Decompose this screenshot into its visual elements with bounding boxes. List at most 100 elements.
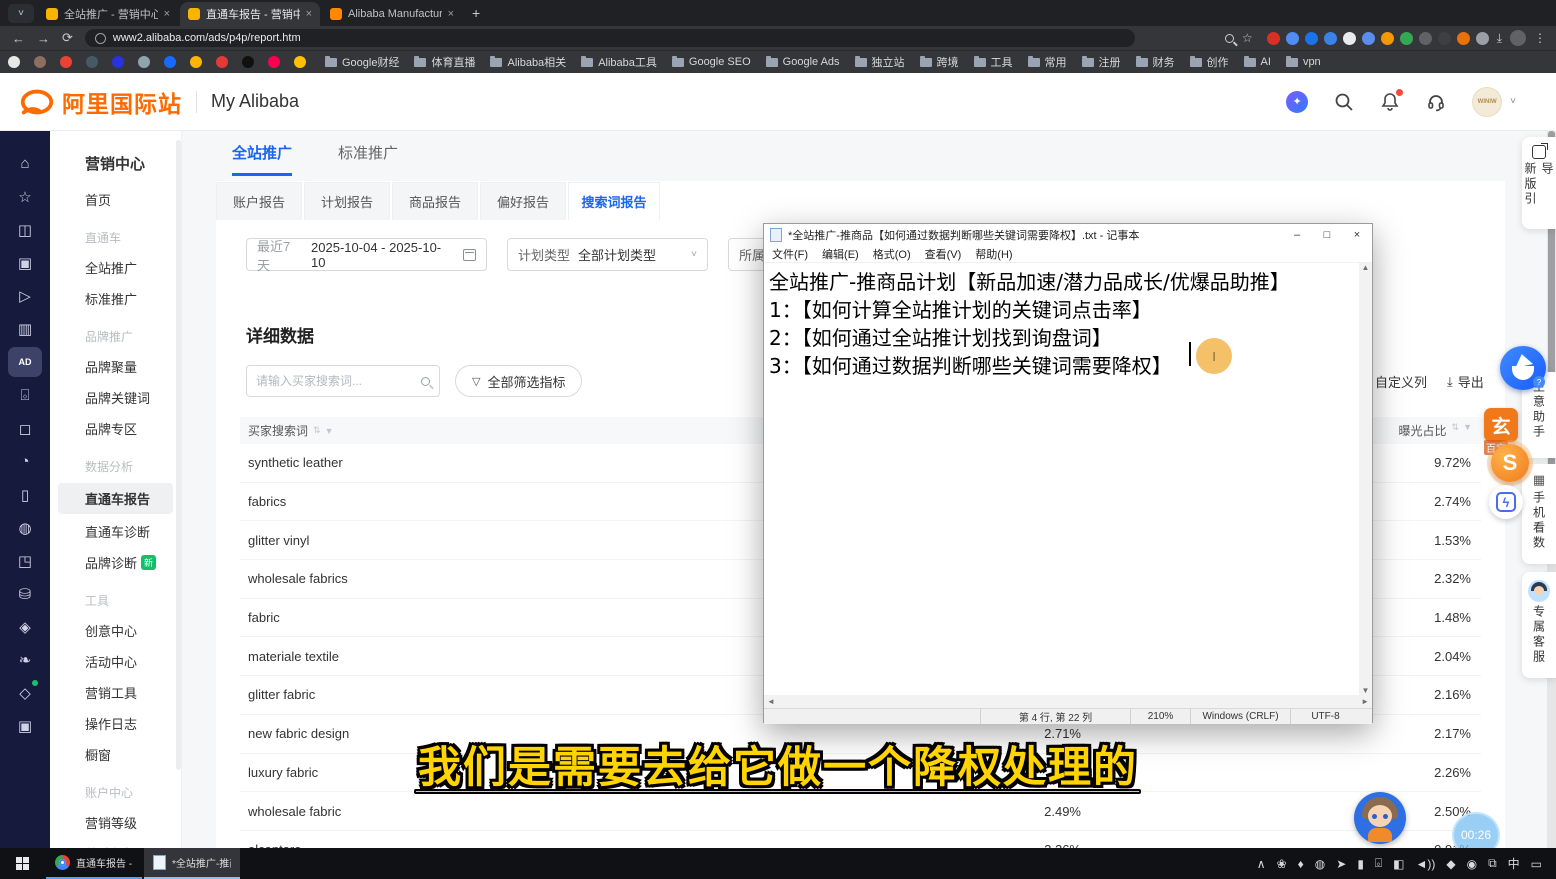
bell-icon[interactable] bbox=[1380, 92, 1400, 112]
scroll-right-arrow[interactable]: ► bbox=[1361, 697, 1369, 706]
sprout-icon[interactable]: ❧ bbox=[8, 643, 42, 676]
tray-icon[interactable]: 中 bbox=[1508, 855, 1520, 872]
profile-avatar[interactable] bbox=[1510, 30, 1526, 46]
tray-icon[interactable]: ⌻ bbox=[1375, 856, 1382, 871]
new-tab-button[interactable]: + bbox=[472, 5, 480, 21]
tray-icon[interactable]: ▭ bbox=[1531, 857, 1542, 871]
bookmark-favicon[interactable] bbox=[60, 56, 72, 68]
bookmark-folder[interactable]: Google SEO bbox=[672, 54, 751, 70]
menu-item[interactable]: 文件(F) bbox=[772, 246, 808, 262]
report-tab[interactable]: 搜索词报告 bbox=[568, 182, 660, 220]
extension-icon[interactable] bbox=[1476, 32, 1489, 45]
bookmark-favicon[interactable] bbox=[164, 56, 176, 68]
sidebar-item[interactable]: 营销年框 bbox=[50, 838, 181, 848]
sidebar-item[interactable]: 营销工具 bbox=[50, 677, 181, 708]
bookmark-favicon[interactable] bbox=[242, 56, 254, 68]
tab-close-icon[interactable]: × bbox=[306, 8, 312, 20]
filter-icon[interactable]: ▼ bbox=[325, 426, 333, 436]
tray-icon[interactable]: ➤ bbox=[1336, 857, 1346, 871]
extension-icon[interactable] bbox=[1286, 32, 1299, 45]
extension-icon[interactable] bbox=[1438, 32, 1451, 45]
star-icon[interactable]: ☆ bbox=[8, 180, 42, 213]
maximize-button[interactable]: □ bbox=[1312, 224, 1342, 246]
tray-icon[interactable]: ◄)) bbox=[1415, 857, 1435, 871]
bookmark-folder[interactable]: 体育直播 bbox=[414, 54, 475, 70]
database-icon[interactable]: ⛁ bbox=[8, 577, 42, 610]
bookmark-folder[interactable]: Google财经 bbox=[325, 54, 399, 70]
clipboard-icon[interactable]: ▯ bbox=[8, 478, 42, 511]
new-version-guide-widget[interactable]: 新版引导 bbox=[1522, 137, 1556, 229]
tray-icon[interactable]: ▮ bbox=[1357, 857, 1364, 871]
tab-close-icon[interactable]: × bbox=[448, 8, 454, 20]
plan-type-select[interactable]: 计划类型 全部计划类型 ˅ bbox=[507, 238, 708, 271]
bookmark-folder[interactable]: vpn bbox=[1286, 54, 1321, 70]
tray-icon[interactable]: ◆ bbox=[1446, 857, 1455, 871]
logo-text[interactable]: 阿里国际站 bbox=[62, 85, 182, 119]
notepad-vertical-scrollbar[interactable]: ▲ ▼ bbox=[1359, 263, 1372, 695]
bookmark-favicon[interactable] bbox=[268, 56, 280, 68]
close-button[interactable]: × bbox=[1342, 224, 1372, 246]
filter-icon[interactable]: ▼ bbox=[1463, 422, 1471, 439]
headset-icon[interactable] bbox=[1426, 92, 1446, 112]
extension-icon[interactable] bbox=[1305, 32, 1318, 45]
tab-close-icon[interactable]: × bbox=[164, 8, 170, 20]
mobile-data-widget[interactable]: ▦ 手机看数 bbox=[1522, 464, 1556, 564]
scroll-down-arrow[interactable]: ▼ bbox=[1362, 686, 1370, 695]
bookmark-star-icon[interactable]: ☆ bbox=[1242, 31, 1253, 45]
bookmark-favicon[interactable] bbox=[8, 56, 20, 68]
column-header-term[interactable]: 买家搜索词 bbox=[248, 422, 308, 439]
ticket-icon[interactable]: ⌺ bbox=[8, 379, 42, 412]
notepad-editor[interactable]: 全站推广-推商品计划【新品加速/潜力品成长/优爆品助推】1：【如何计算全站推计划… bbox=[764, 263, 1372, 695]
sort-icon[interactable]: ⇅ bbox=[313, 425, 320, 436]
notepad-title-bar[interactable]: *全站推广-推商品【如何通过数据判断哪些关键词需要降权】.txt - 记事本 –… bbox=[764, 224, 1372, 246]
tray-icon[interactable]: ◧ bbox=[1393, 857, 1404, 871]
menu-item[interactable]: 编辑(E) bbox=[822, 246, 859, 262]
report-tab[interactable]: 商品报告 bbox=[392, 182, 478, 220]
scroll-left-arrow[interactable]: ◄ bbox=[767, 697, 775, 706]
minimize-button[interactable]: – bbox=[1282, 224, 1312, 246]
bookmark-favicon[interactable] bbox=[34, 56, 46, 68]
bookmark-folder[interactable]: Alibaba相关 bbox=[490, 54, 566, 70]
extension-icon[interactable] bbox=[1419, 32, 1432, 45]
bookmark-folder[interactable]: 创作 bbox=[1190, 54, 1229, 70]
sidebar-item[interactable]: 品牌专区 bbox=[50, 413, 181, 444]
sidebar-item[interactable]: 品牌诊断新 bbox=[50, 547, 181, 578]
bookmark-favicon[interactable] bbox=[138, 56, 150, 68]
tray-icon[interactable]: ❀ bbox=[1277, 857, 1287, 871]
search-input[interactable] bbox=[256, 374, 415, 388]
box-icon[interactable]: ▣ bbox=[8, 246, 42, 279]
alibaba-logo-icon[interactable] bbox=[18, 87, 56, 117]
forward-icon[interactable]: → bbox=[37, 31, 50, 46]
tray-icon[interactable]: ◉ bbox=[1467, 857, 1477, 871]
user-avatar[interactable]: WINIW bbox=[1472, 87, 1502, 117]
promotion-tab[interactable]: 标准推广 bbox=[338, 142, 398, 176]
extension-icon[interactable] bbox=[1362, 32, 1375, 45]
bookmark-favicon[interactable] bbox=[294, 56, 306, 68]
question-dot-icon[interactable]: ? bbox=[1533, 376, 1545, 388]
menu-item[interactable]: 查看(V) bbox=[925, 246, 962, 262]
extension-icon[interactable] bbox=[1343, 32, 1356, 45]
store-icon[interactable]: ◫ bbox=[8, 213, 42, 246]
tab-search-button[interactable]: ˅ bbox=[8, 4, 34, 23]
address-bar[interactable]: www2.alibaba.com/ads/p4p/report.htm bbox=[85, 29, 1135, 47]
bag-icon[interactable]: ◳ bbox=[8, 544, 42, 577]
date-range-picker[interactable]: 最近7天 2025-10-04 - 2025-10-10 bbox=[246, 238, 487, 271]
bookmark-favicon[interactable] bbox=[112, 56, 124, 68]
tray-icon[interactable]: ⧉ bbox=[1488, 856, 1497, 871]
table-row[interactable]: wholesale fabric 2.49% 2.50% bbox=[240, 792, 1481, 831]
browser-menu-icon[interactable]: ⋮ bbox=[1534, 31, 1546, 45]
ad-report-icon[interactable]: AD bbox=[8, 347, 42, 377]
sidebar-item[interactable]: 直通车报告 bbox=[58, 483, 173, 514]
extension-icon[interactable] bbox=[1400, 32, 1413, 45]
diamond-icon[interactable]: ◇ bbox=[8, 676, 42, 709]
bookmark-folder[interactable]: 跨境 bbox=[920, 54, 959, 70]
bookmark-folder[interactable]: Alibaba工具 bbox=[581, 54, 657, 70]
lightning-chat-icon[interactable]: ϟ bbox=[1489, 485, 1523, 519]
people-icon[interactable]: ◔ bbox=[8, 445, 42, 478]
column-header-share[interactable]: 曝光占比 bbox=[1399, 422, 1447, 439]
filter-metrics-button[interactable]: ▽ 全部筛选指标 bbox=[455, 365, 582, 397]
site-info-icon[interactable] bbox=[95, 33, 106, 44]
back-icon[interactable]: ← bbox=[12, 31, 25, 46]
bookmark-favicon[interactable] bbox=[216, 56, 228, 68]
start-button[interactable] bbox=[0, 848, 46, 879]
